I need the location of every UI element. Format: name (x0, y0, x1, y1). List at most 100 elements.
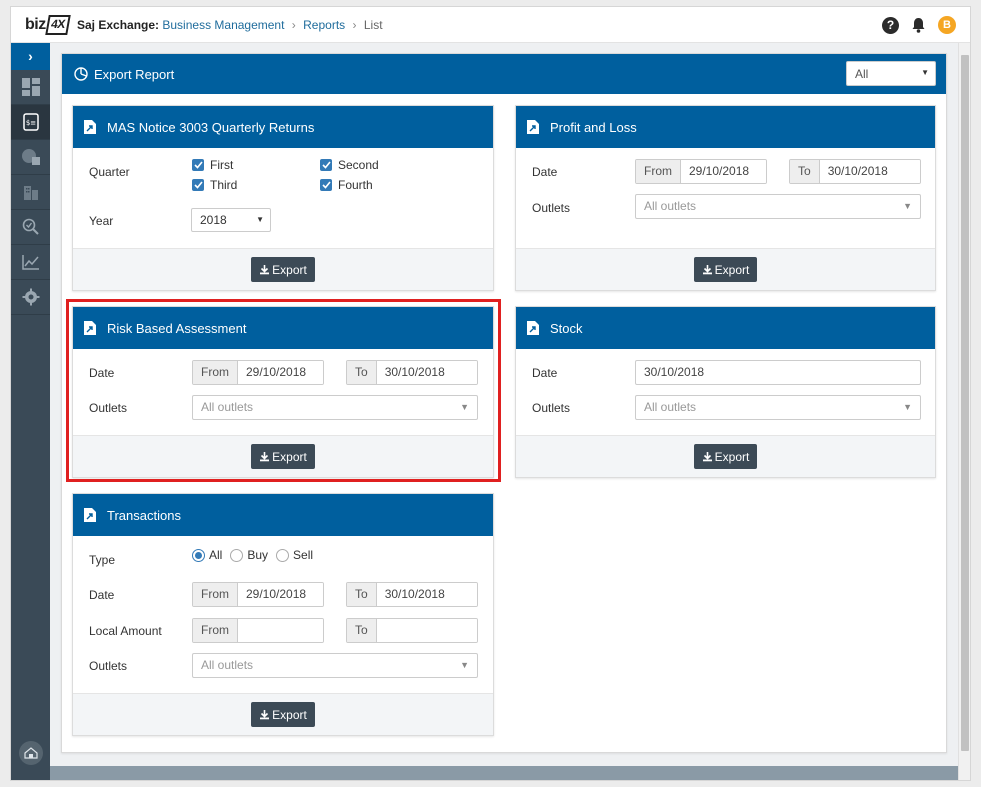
panel-header: Export Report All ▼ (62, 54, 946, 94)
org-name: Saj Exchange: (77, 18, 160, 32)
year-select[interactable]: 2018 ▼ (191, 208, 271, 232)
caret-down-icon: ▼ (903, 201, 912, 211)
help-icon[interactable]: ? (882, 16, 899, 34)
radio-label: All (209, 548, 223, 562)
sidebar-item-search[interactable] (11, 210, 50, 245)
footer-strip (50, 766, 958, 780)
card-footer: Export (516, 435, 935, 477)
date-label: Date (532, 165, 558, 179)
sidebar-item-buildings[interactable] (11, 175, 50, 210)
radio-label: Sell (293, 548, 314, 562)
line-chart-icon (21, 255, 39, 270)
radio-empty-icon (230, 548, 244, 562)
card-transactions: Transactions Type All Buy Sell Date From… (72, 493, 494, 736)
sidebar-item-analytics[interactable] (11, 245, 50, 280)
biz4x-logo[interactable]: biz 4X (25, 13, 71, 37)
checkbox-third[interactable]: Third (192, 178, 237, 192)
date-from-value[interactable]: 29/10/2018 (681, 160, 766, 183)
document-export-icon (84, 508, 96, 522)
checkbox-checked-icon (320, 159, 332, 171)
avatar[interactable]: B (938, 16, 956, 34)
breadcrumb-business-management[interactable]: Business Management (162, 18, 284, 32)
logo-box-text: 4X (44, 15, 71, 35)
vertical-scrollbar[interactable] (958, 43, 970, 780)
checkbox-checked-icon (192, 159, 204, 171)
document-export-icon (527, 120, 539, 134)
from-addon: From (193, 619, 238, 642)
stock-date-value: 30/10/2018 (644, 365, 705, 379)
outlets-placeholder: All outlets (644, 400, 697, 414)
card-title: Profit and Loss (550, 119, 637, 135)
date-label: Date (532, 366, 558, 380)
card-header: Profit and Loss (516, 106, 935, 148)
radio-sell[interactable]: Sell (276, 548, 313, 562)
checkbox-label: Second (338, 158, 379, 172)
date-from-field[interactable]: From 29/10/2018 (635, 159, 767, 184)
document-export-icon (84, 120, 96, 134)
radio-buy[interactable]: Buy (230, 548, 268, 562)
amount-from-input[interactable] (238, 619, 323, 642)
amount-to-input[interactable] (376, 619, 477, 642)
outlets-select[interactable]: All outlets ▼ (635, 194, 921, 219)
stock-date-input[interactable]: 30/10/2018 (635, 360, 921, 385)
date-to-field[interactable]: To 30/10/2018 (789, 159, 921, 184)
export-button[interactable]: Export (251, 257, 315, 282)
sidebar-item-dashboard[interactable] (11, 70, 50, 105)
checkbox-second[interactable]: Second (320, 158, 379, 172)
checkbox-fourth[interactable]: Fourth (320, 178, 373, 192)
building-icon (23, 186, 38, 200)
checkbox-first[interactable]: First (192, 158, 233, 172)
bell-icon[interactable] (911, 17, 926, 33)
breadcrumb-separator: › (291, 18, 296, 32)
top-bar: biz 4X Saj Exchange: Business Management … (11, 7, 970, 43)
year-label: Year (89, 214, 114, 228)
outlets-select[interactable]: All outlets ▼ (192, 653, 478, 678)
card-title: Stock (550, 320, 583, 336)
export-button[interactable]: Export (251, 702, 315, 727)
export-button[interactable]: Export (693, 444, 758, 469)
to-addon: To (790, 160, 820, 183)
date-to-field[interactable]: To 30/10/2018 (346, 582, 478, 607)
gear-icon (22, 288, 39, 306)
amount-from-field[interactable]: From (192, 618, 324, 643)
sidebar-item-settings[interactable] (11, 280, 50, 315)
radio-selected-icon (192, 548, 205, 562)
date-from-field[interactable]: From 29/10/2018 (192, 582, 324, 607)
report-filter-select[interactable]: All ▼ (846, 61, 936, 86)
dashboard-icon (21, 78, 40, 96)
to-addon: To (347, 583, 377, 606)
breadcrumb-reports[interactable]: Reports (303, 18, 345, 32)
report-document-icon: $≡ (22, 113, 39, 131)
checkbox-label: First (210, 158, 234, 172)
outlets-select[interactable]: All outlets ▼ (635, 395, 921, 420)
from-addon: From (193, 583, 238, 606)
outlets-label: Outlets (89, 659, 128, 673)
card-footer: Export (73, 693, 493, 735)
caret-down-icon: ▼ (460, 660, 469, 670)
export-button[interactable]: Export (693, 257, 758, 282)
sidebar-toggle-icon[interactable]: › (11, 43, 50, 70)
outlets-label: Outlets (532, 401, 571, 415)
amount-to-field[interactable]: To (346, 618, 478, 643)
checkbox-checked-icon (192, 179, 204, 191)
export-label: Export (272, 262, 307, 277)
outlets-label: Outlets (532, 201, 571, 215)
date-to-value[interactable]: 30/10/2018 (376, 583, 477, 606)
search-check-icon (22, 218, 39, 235)
top-icons: ? B (882, 16, 956, 34)
svg-text:$≡: $≡ (25, 119, 35, 127)
outlet-switch-icon[interactable] (19, 741, 43, 765)
download-icon (702, 265, 712, 275)
sidebar-item-global[interactable] (11, 140, 50, 175)
card-title: Transactions (107, 507, 181, 523)
card-profit-loss: Profit and Loss Date From 29/10/2018 To … (515, 105, 936, 291)
date-from-value[interactable]: 29/10/2018 (238, 583, 323, 606)
outlets-placeholder: All outlets (201, 658, 254, 672)
sidebar-item-reports[interactable]: $≡ (11, 105, 50, 140)
date-to-value[interactable]: 30/10/2018 (819, 160, 920, 183)
card-stock: Stock Date 30/10/2018 Outlets All outlet… (515, 306, 936, 478)
radio-all[interactable]: All (192, 548, 222, 562)
card-footer: Export (73, 248, 493, 290)
export-label: Export (272, 707, 307, 722)
scroll-thumb[interactable] (961, 55, 969, 751)
